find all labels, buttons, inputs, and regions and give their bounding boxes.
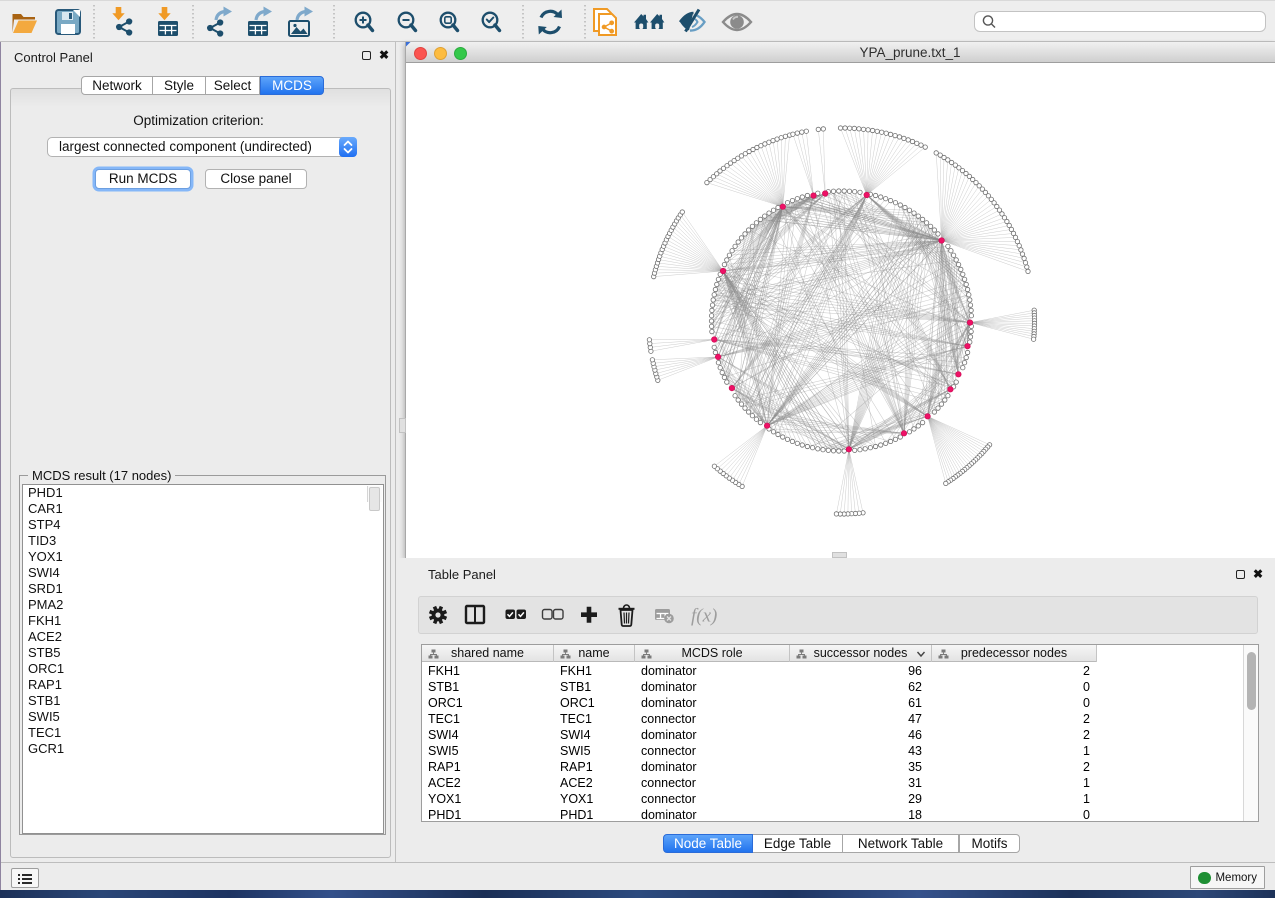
svg-text:f(x): f(x) xyxy=(691,606,717,627)
